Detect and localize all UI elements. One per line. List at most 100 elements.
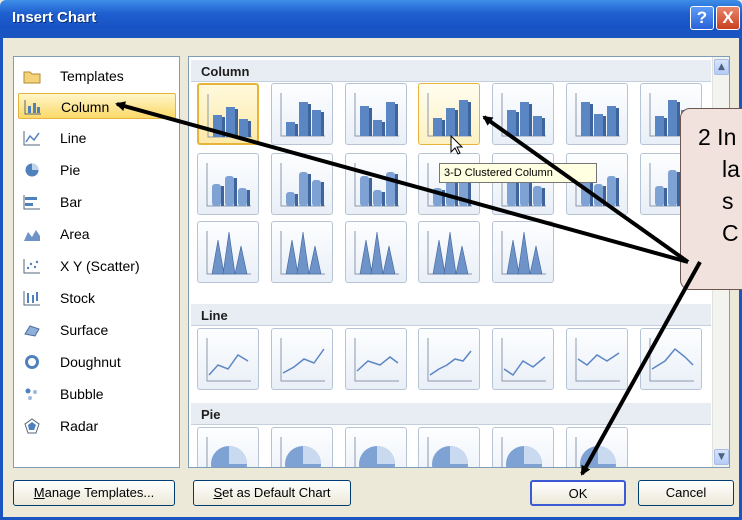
chart-preview-icon [501,93,546,137]
sidebar-item-doughnut[interactable]: Doughnut [18,349,176,375]
chart-preview-icon [206,437,247,467]
chart-subtype-tile[interactable] [271,427,333,467]
chart-preview-icon [575,338,620,382]
sidebar-item-column[interactable]: Column [18,93,176,119]
chart-subtype-tile[interactable] [492,427,554,467]
stock-chart-icon [23,291,40,306]
chart-subtype-tile[interactable] [197,427,259,467]
chart-subtype-tile[interactable] [345,221,407,283]
callout-line: la [722,156,740,182]
ok-button[interactable]: OK [530,480,626,506]
section-header-pie: Pie [191,403,711,425]
chart-subtype-tile[interactable] [271,221,333,283]
chart-preview-icon [501,231,546,275]
chart-subtype-tile[interactable] [271,83,333,145]
manage-templates-mnemonic: M [33,485,45,500]
chart-subtype-tile[interactable] [271,153,333,215]
help-icon: ? [696,8,708,27]
help-button[interactable]: ? [690,6,714,30]
chart-subtype-tile[interactable] [345,427,407,467]
chart-subtype-tile[interactable] [197,83,259,145]
chart-preview-icon [280,231,325,275]
chart-subtype-tile[interactable] [345,83,407,145]
close-button[interactable]: X [716,6,740,30]
radar-chart-icon [24,418,40,434]
bubble-chart-icon [25,388,37,400]
chart-preview-icon [427,231,472,275]
sidebar-item-line[interactable]: Line [18,125,176,151]
sidebar-item-label: X Y (Scatter) [60,258,140,274]
chart-preview-icon [206,163,251,207]
chevron-up-icon: ▲ [718,62,725,72]
chart-subtype-tile[interactable] [492,328,554,390]
sidebar-item-bubble[interactable]: Bubble [18,381,176,407]
line-chart-icon [23,131,40,146]
chart-subtype-tile[interactable] [418,221,480,283]
scroll-down-button[interactable]: ▼ [714,449,729,465]
sidebar-item-label: Area [60,226,90,242]
chart-subtype-tile[interactable] [197,221,259,283]
chart-preview-icon [280,163,325,207]
callout-line: 2 In [698,124,737,150]
cancel-button[interactable]: Cancel [638,480,734,506]
chart-subtype-tile[interactable] [640,328,702,390]
chart-subtype-tile[interactable] [345,328,407,390]
sidebar-item-pie[interactable]: Pie [18,157,176,183]
sidebar-item-label: Radar [60,418,99,434]
sidebar-item-area[interactable]: Area [18,221,176,247]
sidebar-item-radar[interactable]: Radar [18,413,176,439]
title-bar: Insert Chart ? X [0,0,742,38]
folder-icon [23,71,41,84]
area-chart-icon [24,230,40,241]
sidebar-item-label: Bubble [60,386,104,402]
sidebar-item-label: Bar [60,194,82,210]
chevron-down-icon: ▼ [718,452,725,462]
chart-subtype-tile[interactable] [492,83,554,145]
chart-subtype-tile[interactable] [566,427,628,467]
chart-preview-icon [207,94,252,138]
column-chart-icon [24,100,41,115]
pie-chart-icon [25,163,39,177]
sidebar-item-label: Surface [60,322,109,338]
instruction-callout: 2 In la s C [680,108,742,290]
chart-tooltip: 3-D Clustered Column [439,163,597,183]
chart-subtype-tile[interactable] [345,153,407,215]
sidebar-item-surface[interactable]: Surface [18,317,176,343]
sidebar-item-label: Templates [60,68,124,84]
chart-preview-icon [354,231,399,275]
set-default-chart-button[interactable]: Set as Default Chart [193,480,351,506]
chart-subtype-tile[interactable] [197,328,259,390]
chart-subtype-tile[interactable] [566,328,628,390]
chart-subtype-tile[interactable] [418,328,480,390]
chart-preview-icon [649,338,694,382]
sidebar-item-stock[interactable]: Stock [18,285,176,311]
callout-line: C [722,220,739,246]
chart-preview-icon [280,338,325,382]
chart-preview-icon [501,437,542,467]
chart-preview-icon [354,163,399,207]
chart-subtype-tile[interactable] [418,83,480,145]
chart-preview-icon [354,93,399,137]
sidebar-item-templates[interactable]: Templates [18,63,176,89]
doughnut-chart-icon [25,355,39,369]
chart-preview-icon [501,338,546,382]
chart-subtype-tile[interactable] [492,221,554,283]
bar-chart-icon [23,195,40,210]
chart-subtype-tile[interactable] [271,328,333,390]
sidebar-item-label: Column [61,99,110,115]
chart-subtype-tile[interactable] [566,83,628,145]
set-default-label: et as Default Chart [222,485,331,500]
sidebar-item-label: Stock [60,290,96,306]
manage-templates-button[interactable]: Manage Templates... [13,480,175,506]
chart-preview-icon [280,93,325,137]
chart-gallery: Column Line Pie ▲ ▼ [188,56,730,468]
close-icon: X [722,8,734,27]
sidebar-item-scatter[interactable]: X Y (Scatter) [18,253,176,279]
scatter-chart-icon [23,259,40,274]
chart-preview-icon [280,437,321,467]
scroll-up-button[interactable]: ▲ [714,59,729,75]
chart-preview-icon [206,338,251,382]
chart-subtype-tile[interactable] [418,427,480,467]
sidebar-item-bar[interactable]: Bar [18,189,176,215]
chart-subtype-tile[interactable] [197,153,259,215]
